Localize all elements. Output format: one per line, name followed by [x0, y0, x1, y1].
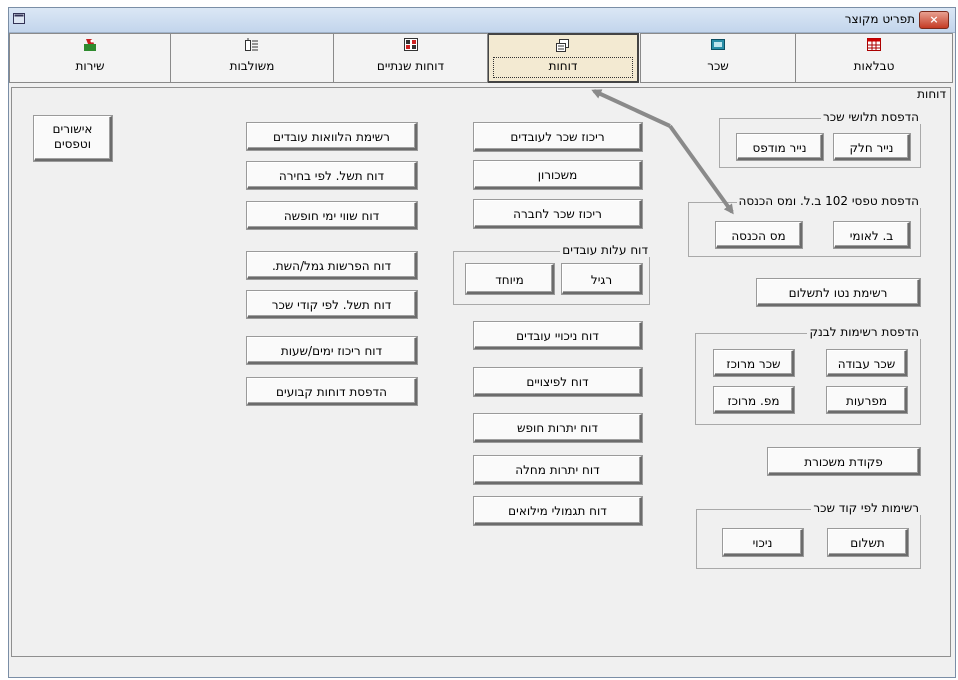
payslip-by-choice-button[interactable]: דוח תשל. לפי בחירה: [247, 162, 417, 189]
payroll-button[interactable]: משכורון: [474, 161, 642, 189]
days-hours-summary-button[interactable]: דוח ריכוז ימים/שעות: [247, 337, 417, 364]
tab-reports[interactable]: דוחות: [487, 33, 639, 83]
approvals-forms-button[interactable]: אישורים וטפסים: [34, 116, 112, 161]
tab-label: דוחות שנתיים: [376, 59, 445, 73]
service-icon: [84, 39, 96, 51]
group-title: רשימות לפי קוד שכר: [811, 501, 921, 515]
central-salary-button[interactable]: שכר מרוכז: [714, 350, 794, 376]
salary-order-button[interactable]: פקודת משכורת: [768, 448, 920, 475]
group-title: הדפסת תלושי שכר: [821, 110, 921, 124]
forms-102-group: הדפסת טפסי 102 ב.ל. ומס הכנסה ב. לאומי מ…: [688, 194, 921, 257]
tab-label: דוחות: [548, 59, 578, 73]
close-button[interactable]: ×: [919, 11, 949, 29]
payslips-group: הדפסת תלושי שכר נייר חלק נייר מודפס: [719, 110, 921, 168]
panel-title: דוחות: [917, 87, 946, 101]
work-salary-button[interactable]: שכר עבודה: [827, 350, 907, 376]
tab-tables[interactable]: טבלאות: [795, 33, 953, 83]
deductions-report-button[interactable]: דוח ניכויי עובדים: [474, 322, 642, 349]
main-tabs: טבלאות שכר דוחות דוחות שנתיים משולבות שי…: [9, 33, 955, 85]
combined-icon: [245, 38, 258, 51]
reserve-pay-button[interactable]: דוח תגמולי מילואים: [474, 497, 642, 525]
tab-annual-reports[interactable]: דוחות שנתיים: [333, 33, 488, 83]
window-menu-icon[interactable]: [13, 13, 25, 24]
tab-service[interactable]: שירות: [9, 33, 171, 83]
window-title: תפריט מקוצר: [844, 12, 915, 26]
salary-icon: [711, 39, 725, 50]
tab-label: שירות: [75, 59, 105, 73]
close-icon: ×: [929, 13, 939, 26]
pension-deposits-button[interactable]: דוח הפרשות גמל/השת.: [247, 252, 417, 279]
group-title: הדפסת טפסי 102 ב.ל. ומס הכנסה: [736, 194, 921, 208]
reports-panel: דוחות הדפסת תלושי שכר נייר חלק נייר מודפ…: [11, 87, 951, 657]
vacation-value-button[interactable]: דוח שווי ימי חופשה: [247, 202, 417, 229]
reports-icon: [556, 39, 569, 52]
salary-summary-employees-button[interactable]: ריכוז שכר לעובדים: [474, 123, 642, 151]
annual-reports-icon: [403, 38, 418, 51]
employee-loans-button[interactable]: רשימת הלוואות עובדים: [247, 123, 417, 150]
special-cost-button[interactable]: מיוחד: [466, 264, 554, 294]
vacation-balance-button[interactable]: דוח יתרות חופש: [474, 414, 642, 442]
bituach-leumi-button[interactable]: ב. לאומי: [834, 222, 910, 248]
plain-paper-button[interactable]: נייר חלק: [834, 134, 910, 160]
table-icon: [867, 38, 881, 51]
print-fixed-reports-button[interactable]: הדפסת דוחות קבועים: [247, 378, 417, 405]
payslip-by-code-button[interactable]: דוח תשל. לפי קודי שכר: [247, 291, 417, 318]
salary-summary-company-button[interactable]: ריכוז שכר לחברה: [474, 200, 642, 228]
app-window: תפריט מקוצר × טבלאות שכר דוחות דוחות שנת…: [8, 7, 956, 678]
tab-label: שכר: [707, 59, 729, 73]
tab-combined[interactable]: משולבות: [170, 33, 334, 83]
group-title: הדפסת רשימות לבנק: [807, 325, 921, 339]
payment-button[interactable]: תשלום: [828, 529, 908, 556]
title-bar: תפריט מקוצר ×: [9, 8, 955, 33]
printed-paper-button[interactable]: נייר מודפס: [737, 134, 823, 160]
sick-balance-button[interactable]: דוח יתרות מחלה: [474, 456, 642, 484]
group-title: דוח עלות עובדים: [560, 243, 650, 257]
central-tax-button[interactable]: מפ. מרוכז: [714, 387, 794, 413]
salary-code-lists-group: רשימות לפי קוד שכר תשלום ניכוי: [696, 501, 921, 569]
tab-label: טבלאות: [853, 59, 895, 73]
regular-cost-button[interactable]: רגיל: [562, 264, 642, 294]
severance-report-button[interactable]: דוח לפיצויים: [474, 368, 642, 396]
tab-salary[interactable]: שכר: [640, 33, 796, 83]
tab-label: משולבות: [229, 59, 275, 73]
deduction-button[interactable]: ניכוי: [723, 529, 803, 556]
bank-lists-group: הדפסת רשימות לבנק שכר עבודה שכר מרוכז מפ…: [695, 325, 921, 425]
creditors-button[interactable]: מפרעות: [827, 387, 907, 413]
employer-cost-group: דוח עלות עובדים רגיל מיוחד: [453, 243, 650, 305]
income-tax-button[interactable]: מס הכנסה: [716, 222, 802, 248]
net-pay-list-button[interactable]: רשימת נטו לתשלום: [757, 279, 920, 306]
